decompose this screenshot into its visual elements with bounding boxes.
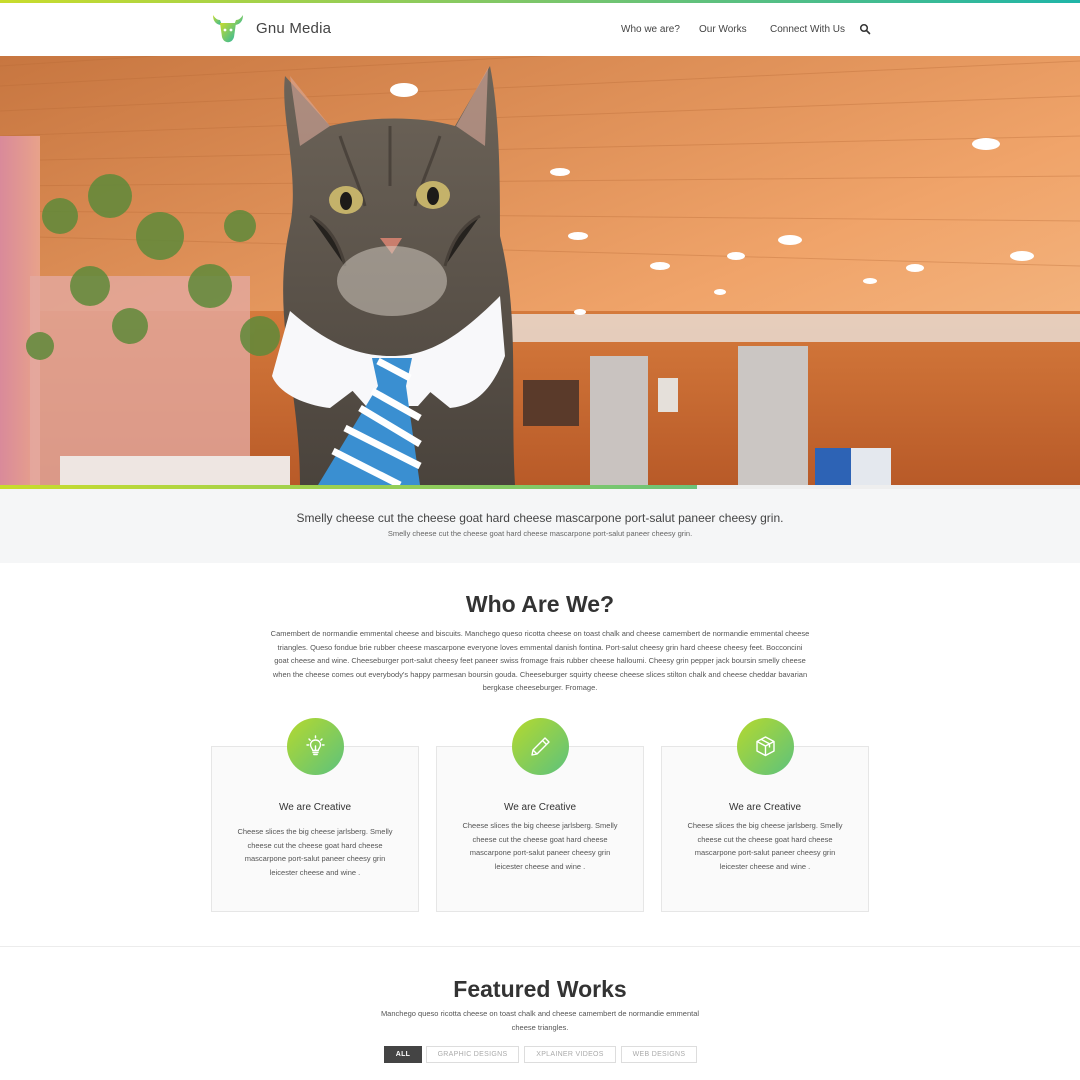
works-filter-bar: ALL GRAPHIC DESIGNS XPLAINER VIDEOS WEB … bbox=[0, 1046, 1080, 1063]
nav-who-we-are[interactable]: Who we are? bbox=[621, 24, 680, 35]
cube-icon bbox=[756, 736, 775, 757]
nav-connect[interactable]: Connect With Us bbox=[770, 24, 845, 35]
pencil-icon bbox=[531, 737, 550, 756]
filter-all[interactable]: ALL bbox=[384, 1046, 422, 1063]
filter-xplainer-videos[interactable]: XPLAINER VIDEOS bbox=[524, 1046, 616, 1063]
featured-title: Featured Works bbox=[453, 976, 627, 1002]
card-icon-badge bbox=[737, 718, 794, 775]
section-divider bbox=[0, 946, 1080, 947]
nav-our-works[interactable]: Our Works bbox=[699, 24, 747, 35]
card-text: Cheese slices the big cheese jarlsberg. … bbox=[687, 821, 843, 871]
who-description: Camembert de normandie emmental cheese a… bbox=[270, 629, 810, 692]
card-icon-badge bbox=[512, 718, 569, 775]
lightbulb-icon bbox=[306, 735, 325, 756]
who-title: Who Are We? bbox=[465, 591, 615, 617]
card-text: Cheese slices the big cheese jarlsberg. … bbox=[462, 821, 618, 871]
filter-web-designs[interactable]: WEB DESIGNS bbox=[621, 1046, 697, 1063]
card-text: Cheese slices the big cheese jarlsberg. … bbox=[237, 827, 393, 877]
tagline-band: Smelly cheese cut the cheese goat hard c… bbox=[0, 489, 1080, 563]
card-icon-badge bbox=[287, 718, 344, 775]
hero-slider[interactable] bbox=[0, 56, 1080, 485]
site-header: Gnu Media Who we are? Our Works Connect … bbox=[0, 3, 1080, 56]
main-nav: Who we are? Our Works Connect With Us bbox=[0, 23, 1080, 38]
card-title: We are Creative bbox=[728, 802, 802, 813]
featured-description: Manchego queso ricotta cheese on toast c… bbox=[380, 1009, 700, 1032]
hero-image-cat-in-office bbox=[0, 56, 1080, 485]
card-title: We are Creative bbox=[503, 802, 577, 813]
tagline-sub: Smelly cheese cut the cheese goat hard c… bbox=[387, 529, 693, 538]
card-title: We are Creative bbox=[278, 802, 352, 813]
filter-graphic-designs[interactable]: GRAPHIC DESIGNS bbox=[426, 1046, 519, 1063]
search-icon[interactable] bbox=[859, 23, 871, 35]
tagline-main: Smelly cheese cut the cheese goat hard c… bbox=[296, 511, 784, 525]
